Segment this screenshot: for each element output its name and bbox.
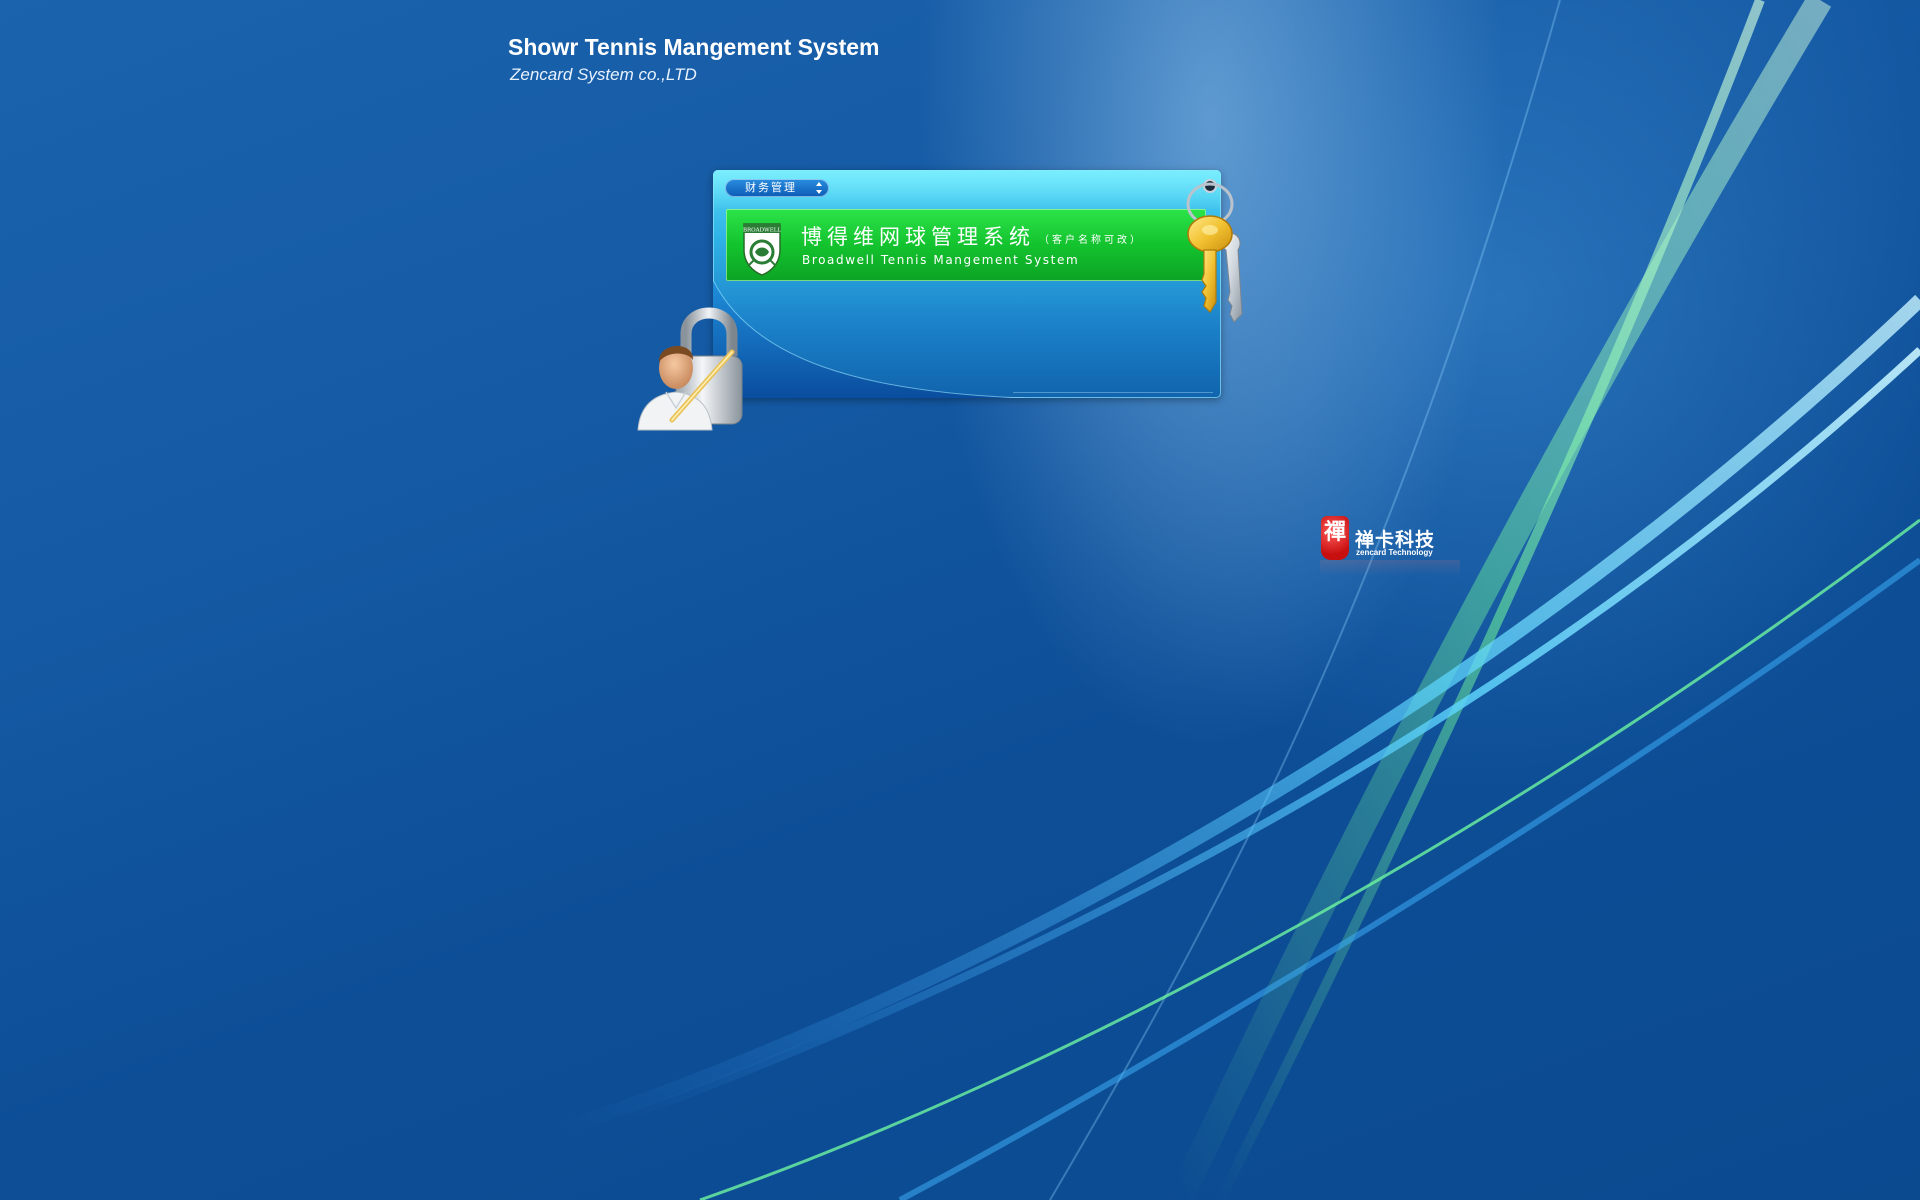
company-subtitle: Zencard System co.,LTD — [510, 65, 697, 84]
app-title: Showr Tennis Mangement System — [508, 34, 880, 60]
keys-icon — [1186, 179, 1243, 323]
system-title-cn-text: 博得维网球管理系统 — [801, 225, 1035, 249]
up-down-arrows-icon — [816, 182, 822, 194]
system-title-cn: 博得维网球管理系统 （客户名称可改） — [801, 221, 1143, 251]
desktop-background: Showr Tennis Mangement System Zencard Sy… — [0, 0, 1920, 1200]
app-header: Showr Tennis Mangement System Zencard Sy… — [508, 34, 879, 85]
logo-reflection — [1320, 560, 1460, 576]
panel-decoration — [713, 170, 1221, 398]
user-lock-icon — [637, 307, 743, 431]
crest-icon: BROADWELL — [743, 223, 781, 276]
logo-name-en: zencard Technology — [1356, 548, 1433, 557]
login-panel: 财务管理 BROADWELL 博得维网球管理系统 （客户名称可改） Broadwe… — [713, 170, 1221, 398]
module-select[interactable]: 财务管理 — [725, 179, 829, 197]
module-select-value: 财务管理 — [745, 181, 797, 194]
system-banner: BROADWELL 博得维网球管理系统 （客户名称可改） Broadwell Te… — [726, 209, 1206, 281]
panel-divider — [1013, 392, 1213, 393]
svg-text:BROADWELL: BROADWELL — [743, 228, 781, 234]
system-title-en: Broadwell Tennis Mangement System — [802, 253, 1080, 267]
logo-seal: 禪 — [1321, 516, 1349, 560]
company-logo: 禪 禅卡科技 zencard Technology — [1320, 514, 1460, 578]
system-title-note: （客户名称可改） — [1039, 234, 1143, 246]
